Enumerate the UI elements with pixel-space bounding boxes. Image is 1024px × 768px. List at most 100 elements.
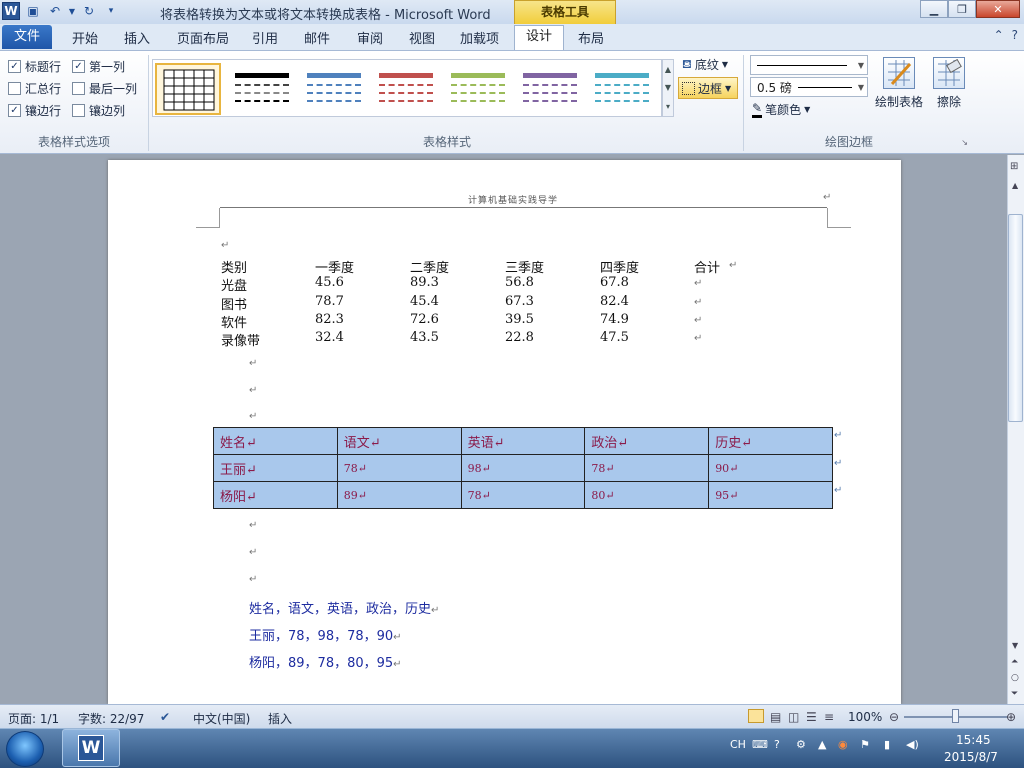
- taskbar-word-button[interactable]: W: [62, 729, 120, 767]
- zoom-slider-thumb[interactable]: [952, 709, 959, 723]
- checkbox-first-column[interactable]: ✓ 第一列: [72, 58, 125, 75]
- table-header-cell[interactable]: 英语↵: [460, 427, 586, 455]
- table-cell[interactable]: 95↵: [708, 481, 833, 509]
- gallery-up-icon[interactable]: ▲: [665, 65, 671, 74]
- tab-addins[interactable]: 加载项: [460, 28, 499, 47]
- borders-button[interactable]: 边框 ▼: [678, 77, 738, 99]
- word-count[interactable]: 字数: 22/97: [78, 710, 144, 727]
- table-style-red[interactable]: [373, 63, 439, 115]
- table-cell[interactable]: 杨阳↵: [213, 481, 338, 509]
- clock-time[interactable]: 15:45: [956, 733, 991, 747]
- gallery-scroll[interactable]: ▲ ▼ ▾: [662, 59, 674, 117]
- tray-settings-icon[interactable]: ⚙: [796, 738, 806, 751]
- keyboard-icon[interactable]: ⌨: [752, 738, 768, 751]
- tab-mailings[interactable]: 邮件: [304, 28, 330, 47]
- draw-table-button[interactable]: 绘制表格: [874, 57, 924, 110]
- scroll-thumb[interactable]: [1008, 214, 1023, 422]
- table-cell[interactable]: 78↵: [336, 454, 462, 482]
- table-cell[interactable]: 98↵: [460, 454, 586, 482]
- close-button[interactable]: ✕: [976, 0, 1020, 18]
- pen-color-button[interactable]: ✎ 笔颜色 ▼: [752, 101, 810, 118]
- table-cell[interactable]: 78↵: [584, 454, 710, 482]
- table-header-cell[interactable]: 语文↵: [336, 427, 462, 455]
- grades-table[interactable]: 姓名↵ 语文↵ 英语↵ 政治↵ 历史↵ 王丽↵ 78↵ 98↵ 78↵ 90↵ …: [213, 427, 833, 509]
- table-style-light-shading[interactable]: [229, 63, 295, 115]
- page-count[interactable]: 页面: 1/1: [8, 710, 59, 727]
- draft-icon[interactable]: ≡: [824, 710, 834, 724]
- word-app-icon[interactable]: W: [2, 2, 20, 20]
- language[interactable]: 中文(中国): [193, 710, 250, 727]
- tab-page-layout[interactable]: 页面布局: [177, 28, 229, 47]
- tab-insert[interactable]: 插入: [124, 28, 150, 47]
- undo-icon[interactable]: ↶: [46, 2, 64, 20]
- table-cell[interactable]: 78↵: [460, 481, 586, 509]
- dialog-launcher-icon[interactable]: ↘: [961, 138, 968, 147]
- prev-page-icon[interactable]: ⏶: [1011, 657, 1018, 667]
- full-screen-reading-icon[interactable]: ▤: [770, 710, 781, 724]
- ruler-toggle-icon[interactable]: ⊞: [1010, 161, 1018, 172]
- zoom-in-icon[interactable]: ⊕: [1006, 710, 1016, 724]
- antivirus-tray-icon[interactable]: ◉: [838, 738, 848, 751]
- insert-mode[interactable]: 插入: [268, 710, 292, 727]
- flag-icon[interactable]: ⚑: [860, 738, 870, 751]
- tab-home[interactable]: 开始: [72, 28, 98, 47]
- print-layout-icon[interactable]: [748, 709, 764, 723]
- zoom-out-icon[interactable]: ⊖: [889, 710, 899, 724]
- line-weight-combo[interactable]: 0.5 磅 ▼: [750, 77, 868, 97]
- tab-references[interactable]: 引用: [252, 28, 278, 47]
- scroll-down-icon[interactable]: ▼: [1012, 641, 1018, 650]
- proofing-icon[interactable]: ✔: [160, 710, 170, 724]
- checkbox-last-column[interactable]: 最后一列: [72, 80, 137, 97]
- checkbox-total-row[interactable]: 汇总行: [8, 80, 61, 97]
- checkbox-banded-rows[interactable]: ✓ 镶边行: [8, 102, 61, 119]
- table-style-blue[interactable]: [301, 63, 367, 115]
- eraser-button[interactable]: 擦除: [924, 57, 974, 110]
- save-icon[interactable]: ▣: [24, 2, 42, 20]
- tab-layout[interactable]: 布局: [578, 28, 604, 47]
- minimize-ribbon-icon[interactable]: ⌃: [994, 28, 1004, 42]
- scroll-up-icon[interactable]: ▲: [1012, 181, 1018, 190]
- cell-mark: ↵: [741, 435, 753, 451]
- table-style-aqua[interactable]: [589, 63, 655, 115]
- gallery-down-icon[interactable]: ▼: [665, 83, 671, 92]
- help-icon[interactable]: ?: [1012, 28, 1018, 42]
- paragraph-mark: ↵: [694, 333, 703, 344]
- start-button[interactable]: [6, 731, 44, 767]
- table-style-green[interactable]: [445, 63, 511, 115]
- next-page-icon[interactable]: ⏷: [1011, 689, 1018, 699]
- table-header-cell[interactable]: 历史↵: [708, 427, 833, 455]
- help-tray-icon[interactable]: ?: [774, 738, 780, 751]
- gallery-more-icon[interactable]: ▾: [666, 102, 670, 111]
- zoom-level[interactable]: 100%: [848, 710, 882, 724]
- network-icon[interactable]: ▮: [884, 738, 890, 751]
- table-cell[interactable]: 89↵: [336, 481, 462, 509]
- browse-object-icon[interactable]: ○: [1011, 673, 1019, 683]
- tab-design[interactable]: 设计: [514, 25, 564, 50]
- minimize-button[interactable]: ▁: [920, 0, 948, 18]
- tab-file[interactable]: 文件: [2, 25, 52, 49]
- checkbox-banded-columns[interactable]: 镶边列: [72, 102, 125, 119]
- shading-button[interactable]: ⛾ 底纹 ▼: [682, 56, 728, 73]
- table-header-cell[interactable]: 政治↵: [584, 427, 710, 455]
- show-hidden-icons-icon[interactable]: ▲: [818, 738, 826, 751]
- line-style-combo[interactable]: ▼: [750, 55, 868, 75]
- undo-dropdown-icon[interactable]: ▼: [68, 2, 76, 20]
- table-cell[interactable]: 90↵: [708, 454, 833, 482]
- table-style-purple[interactable]: [517, 63, 583, 115]
- table-header-cell[interactable]: 姓名↵: [213, 427, 338, 455]
- redo-icon[interactable]: ↻: [80, 2, 98, 20]
- restore-button[interactable]: ❐: [948, 0, 976, 18]
- table-style-grid[interactable]: [155, 63, 221, 115]
- tab-view[interactable]: 视图: [409, 28, 435, 47]
- clock-date[interactable]: 2015/8/7: [944, 750, 998, 764]
- table-cell[interactable]: 王丽↵: [213, 454, 338, 482]
- volume-icon[interactable]: ◀): [906, 738, 919, 751]
- tab-review[interactable]: 审阅: [357, 28, 383, 47]
- web-layout-icon[interactable]: ◫: [788, 710, 799, 724]
- table-cell[interactable]: 80↵: [584, 481, 710, 509]
- paragraph-mark: ↵: [393, 632, 402, 643]
- customize-qat-icon[interactable]: ▾: [102, 2, 120, 20]
- outline-icon[interactable]: ☰: [806, 710, 817, 724]
- ime-indicator[interactable]: CH: [730, 738, 746, 751]
- checkbox-header-row[interactable]: ✓ 标题行: [8, 58, 61, 75]
